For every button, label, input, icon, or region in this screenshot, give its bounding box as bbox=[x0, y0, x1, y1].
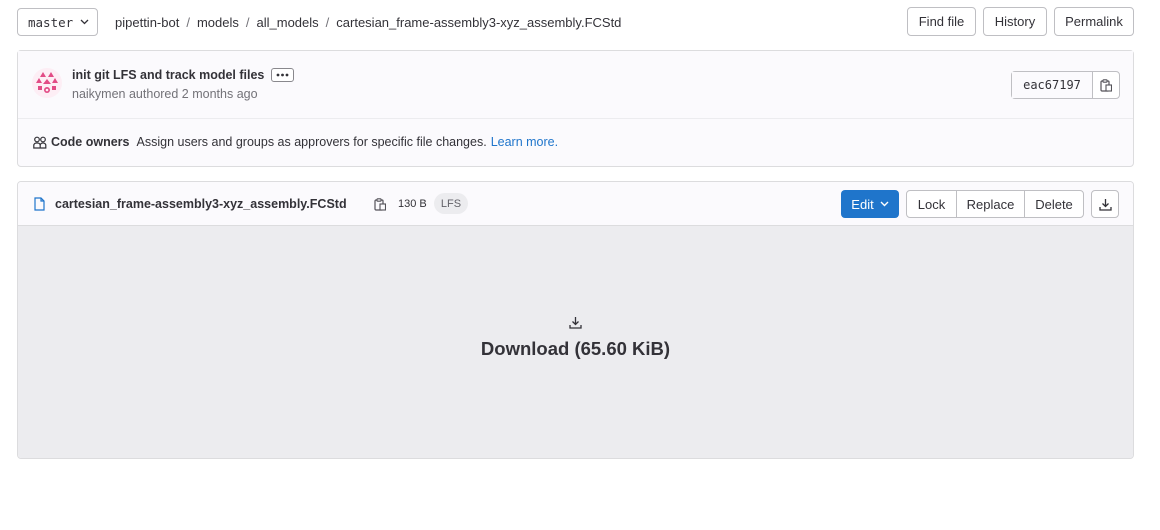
breadcrumb-all-models[interactable]: all_models bbox=[257, 15, 319, 30]
avatar[interactable] bbox=[32, 68, 62, 98]
chevron-down-icon bbox=[880, 201, 889, 207]
file-icon bbox=[34, 197, 45, 211]
download-icon bbox=[1098, 198, 1112, 211]
branch-selector[interactable]: master bbox=[17, 8, 98, 36]
breadcrumb-separator: / bbox=[186, 14, 190, 30]
commit-meta: naikymen authored 2 months ago bbox=[72, 87, 258, 101]
file-actions-group: Lock Replace Delete bbox=[906, 190, 1084, 218]
delete-button[interactable]: Delete bbox=[1025, 191, 1083, 217]
commit-author[interactable]: naikymen bbox=[72, 87, 126, 101]
branch-name: master bbox=[28, 14, 74, 30]
commit-authored-time: authored 2 months ago bbox=[128, 87, 258, 101]
replace-button[interactable]: Replace bbox=[957, 191, 1025, 217]
copy-sha-button[interactable] bbox=[1093, 72, 1119, 98]
lfs-badge: LFS bbox=[434, 193, 468, 214]
copy-icon bbox=[1100, 78, 1112, 92]
breadcrumb-separator: / bbox=[325, 14, 330, 30]
breadcrumb: pipettin-bot / models / all_models / car… bbox=[115, 13, 621, 31]
lock-button[interactable]: Lock bbox=[907, 191, 957, 217]
commit-more-button[interactable] bbox=[271, 68, 294, 82]
download-link[interactable]: Download (65.60 KiB) bbox=[18, 316, 1133, 360]
edit-dropdown-button[interactable]: Edit bbox=[841, 190, 899, 218]
find-file-button[interactable]: Find file bbox=[907, 7, 976, 36]
code-owners-text: Assign users and groups as approvers for… bbox=[136, 135, 487, 149]
file-name: cartesian_frame-assembly3-xyz_assembly.F… bbox=[55, 197, 347, 211]
file-size: 130 B bbox=[398, 198, 427, 210]
commit-row bbox=[18, 51, 1133, 119]
learn-more-link[interactable]: Learn more. bbox=[491, 135, 558, 149]
ellipsis-icon bbox=[276, 73, 289, 77]
chevron-down-icon bbox=[80, 19, 89, 25]
breadcrumb-file[interactable]: cartesian_frame-assembly3-xyz_assembly.F… bbox=[336, 15, 621, 30]
edit-label: Edit bbox=[851, 196, 874, 212]
download-button[interactable] bbox=[1091, 190, 1119, 218]
file-header: cartesian_frame-assembly3-xyz_assembly.F… bbox=[18, 182, 1133, 226]
commit-title[interactable]: init git LFS and track model files bbox=[72, 68, 264, 82]
code-owners-row: Code owners Assign users and groups as a… bbox=[33, 135, 558, 149]
commit-sha-group: eac67197 bbox=[1011, 71, 1120, 99]
breadcrumb-separator: / bbox=[245, 14, 250, 30]
download-label: Download (65.60 KiB) bbox=[480, 338, 671, 359]
copy-file-path-button[interactable] bbox=[374, 198, 386, 211]
breadcrumb-project[interactable]: pipettin-bot bbox=[115, 15, 179, 30]
download-icon bbox=[569, 316, 582, 329]
permalink-button[interactable]: Permalink bbox=[1054, 7, 1134, 36]
file-viewer: Download (65.60 KiB) bbox=[18, 226, 1133, 458]
commit-sha[interactable]: eac67197 bbox=[1012, 72, 1093, 98]
users-icon bbox=[33, 136, 47, 149]
code-owners-label: Code owners bbox=[51, 135, 130, 149]
history-button[interactable]: History bbox=[983, 7, 1047, 36]
commit-panel: init git LFS and track model files naiky… bbox=[17, 50, 1134, 167]
breadcrumb-models[interactable]: models bbox=[197, 15, 239, 30]
file-panel: cartesian_frame-assembly3-xyz_assembly.F… bbox=[17, 181, 1134, 459]
